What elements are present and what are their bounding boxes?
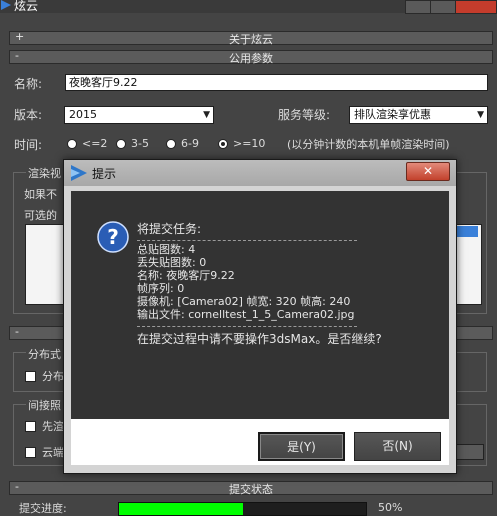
app-title: 炫云 [14,0,39,13]
camera-list-selection [455,226,478,237]
time-label: 时间: [14,138,43,152]
time-option-1: <=2 [82,137,108,150]
service-value: 排队渲染享优惠 [354,108,431,121]
first-render-label: 先渲 [42,420,64,433]
time-radio-3[interactable] [166,139,176,149]
message-line-7: 输出文件: cornelltest_1_5_Camera02.jpg [137,308,355,321]
first-render-checkbox[interactable] [25,421,36,432]
rollout-submit-title: 提交状态 [229,483,273,496]
message-line-3: 丢失贴图数: 0 [137,256,207,269]
message-line-5: 帧序列: 0 [137,282,185,295]
version-label: 版本: [14,108,43,122]
message-line-1: 将提交任务: [137,222,202,236]
svg-text:?: ? [107,225,119,249]
time-radio-2[interactable] [116,139,126,149]
rollout-common[interactable]: - 公用参数 [9,49,493,65]
message-line-4: 名称: 夜晚客厅9.22 [137,269,235,282]
name-label: 名称: [14,77,43,91]
confirm-dialog: 提示 ✕ ? 将提交任务: 总贴图数: 4 丢失贴图数: 0 名称: 夜晚客厅9… [63,159,457,474]
rollout-submit[interactable]: - 提交状态 [9,480,493,496]
cloud-field[interactable] [455,444,484,460]
cloud-label: 云端 [42,446,64,459]
rollout-about-title: 关于炫云 [229,33,273,46]
time-option-4: >=10 [233,137,266,150]
message-line-8: 在提交过程中请不要操作3dsMax。是否继续? [137,332,382,346]
distributed-checkbox[interactable] [25,371,36,382]
message-line-2: 总贴图数: 4 [137,243,196,256]
time-option-3: 6-9 [181,137,199,150]
if-text: 如果不 [24,188,57,201]
rollout-common-title: 公用参数 [229,52,273,65]
rollout-about[interactable]: + 关于炫云 [9,30,493,46]
close-icon[interactable]: ✕ [406,162,450,181]
name-input[interactable]: 夜晚客厅9.22 [65,74,488,91]
yes-button[interactable]: 是(Y) [258,432,345,461]
window-close-button[interactable] [455,0,497,14]
dialog-body: ? 将提交任务: 总贴图数: 4 丢失贴图数: 0 名称: 夜晚客厅9.22 帧… [71,191,449,419]
minimize-button[interactable] [405,0,431,14]
collapse-icon: - [15,325,19,338]
progress-fill [119,503,243,515]
message-rule-bottom [137,326,357,327]
message-rule-top [137,240,357,241]
dialog-titlebar[interactable] [64,160,456,186]
distributed-group-title: 分布式 [26,346,63,362]
progress-percent: 50% [378,501,403,514]
time-note: (以分钟计数的本机单帧渲染时间) [287,138,450,151]
time-radio-1[interactable] [67,139,77,149]
app-logo-icon [1,0,11,10]
chevron-down-icon: ▼ [203,110,210,120]
no-button[interactable]: 否(N) [354,432,441,461]
message-line-6: 摄像机: [Camera02] 帧宽: 320 帧高: 240 [137,295,351,308]
indirect-group-title: 间接照 [26,397,63,413]
maximize-button[interactable] [430,0,456,14]
version-select[interactable]: 2015 ▼ [64,106,214,124]
time-radio-4[interactable] [218,139,228,149]
cloud-checkbox[interactable] [25,447,36,458]
time-option-2: 3-5 [131,137,149,150]
dialog-title: 提示 [92,167,117,181]
app-logo-icon [70,164,88,182]
optional-text: 可选的 [24,209,57,222]
render-group-title: 渲染视 [26,165,63,181]
progress-label: 提交进度: [19,502,67,515]
service-label: 服务等级: [278,108,331,122]
chevron-down-icon: ▼ [477,110,484,120]
version-value: 2015 [69,108,97,121]
distributed-check-label: 分布 [42,370,64,383]
question-icon: ? [97,221,129,253]
service-select[interactable]: 排队渲染享优惠 ▼ [349,106,488,124]
progress-track [118,502,367,516]
